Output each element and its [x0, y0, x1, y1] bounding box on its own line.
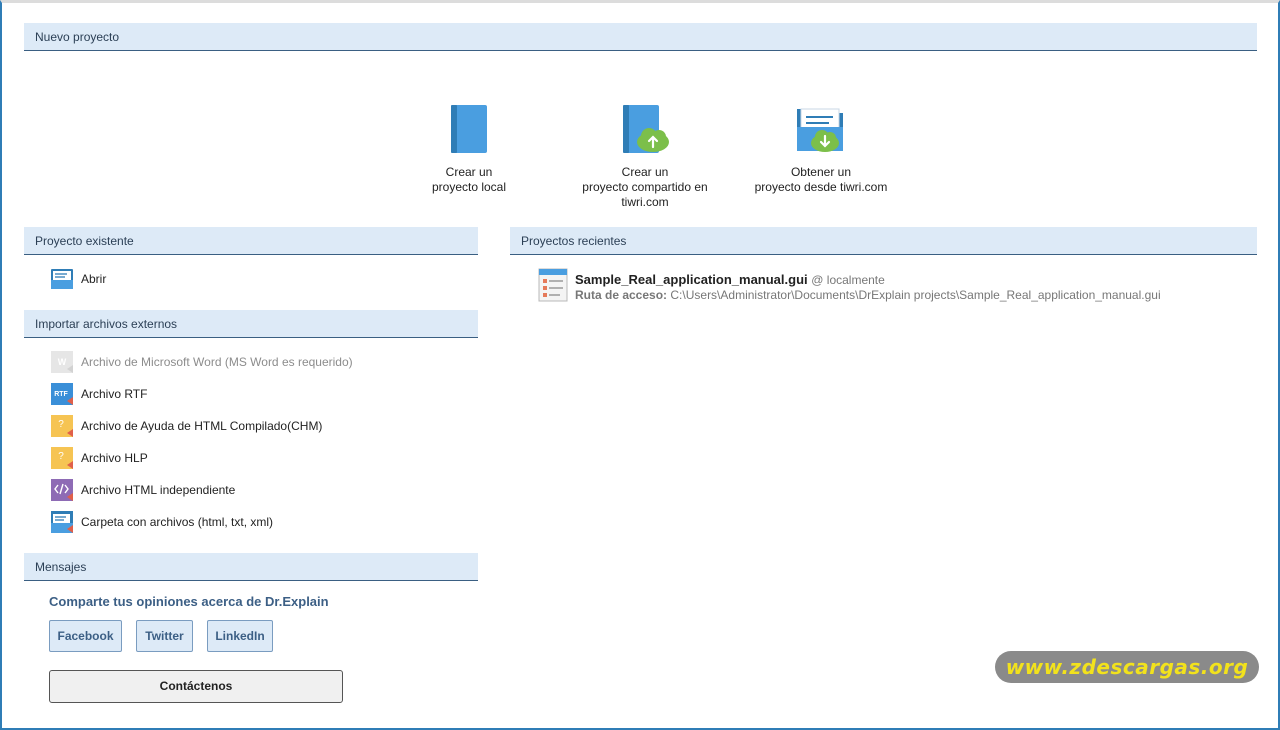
hlp-icon: ? [51, 447, 73, 469]
book-icon [451, 105, 487, 153]
import-chm-button[interactable]: ? Archivo de Ayuda de HTML Compilado(CHM… [50, 413, 322, 439]
recent-project-path-value: C:\Users\Administrator\Documents\DrExpla… [670, 288, 1161, 302]
twitter-button[interactable]: Twitter [136, 620, 193, 652]
contact-us-button[interactable]: Contáctenos [49, 670, 343, 703]
svg-text:RTF: RTF [54, 391, 68, 398]
recent-project-location: @ localmente [811, 273, 885, 287]
folder-cloud-download-icon [797, 108, 843, 152]
import-word-button[interactable]: W Archivo de Microsoft Word (MS Word es … [50, 349, 353, 375]
create-local-line2: proyecto local [431, 180, 507, 194]
create-shared-line3: tiwri.com [621, 195, 669, 209]
import-html-button[interactable]: Archivo HTML independiente [50, 477, 235, 503]
section-header-recent-projects: Proyectos recientes [510, 227, 1257, 255]
create-shared-line1: Crear un [621, 165, 669, 179]
section-header-existing-project: Proyecto existente [24, 227, 478, 255]
create-shared-project-button[interactable]: Crear un proyecto compartido en tiwri.co… [575, 103, 715, 210]
recent-project-path-label: Ruta de acceso: [575, 288, 668, 302]
book-cloud-upload-icon [623, 105, 669, 153]
import-html-label: Archivo HTML independiente [81, 483, 236, 497]
linkedin-button[interactable]: LinkedIn [207, 620, 273, 652]
recent-project-name-row: Sample_Real_application_manual.gui @ loc… [575, 272, 885, 287]
get-project-from-tiwri-button[interactable]: Obtener un proyecto desde tiwri.com [751, 103, 891, 195]
recent-project-name: Sample_Real_application_manual.gui [575, 272, 808, 287]
create-local-project-button[interactable]: Crear un proyecto local [399, 103, 539, 195]
watermark: www.zdescargas.org [995, 651, 1259, 683]
word-icon: W [51, 351, 73, 373]
get-project-line2: proyecto desde tiwri.com [754, 180, 888, 194]
html-icon [51, 479, 73, 501]
chm-icon: ? [51, 415, 73, 437]
import-hlp-button[interactable]: ? Archivo HLP [50, 445, 148, 471]
facebook-button[interactable]: Facebook [49, 620, 122, 652]
import-word-label: Archivo de Microsoft Word (MS Word es re… [81, 355, 353, 369]
svg-text:W: W [58, 357, 67, 367]
share-opinions-title: Comparte tus opiniones acerca de Dr.Expl… [49, 594, 329, 609]
section-header-import: Importar archivos externos [24, 310, 478, 338]
folder-files-icon [51, 511, 73, 533]
import-folder-label: Carpeta con archivos (html, txt, xml) [81, 515, 274, 529]
project-file-icon [538, 268, 568, 302]
open-label: Abrir [81, 272, 107, 286]
rtf-icon: RTF [51, 383, 73, 405]
import-rtf-button[interactable]: RTF Archivo RTF [50, 381, 147, 407]
import-hlp-label: Archivo HLP [81, 451, 148, 465]
svg-text:?: ? [58, 419, 64, 430]
import-rtf-label: Archivo RTF [81, 387, 148, 401]
import-folder-button[interactable]: Carpeta con archivos (html, txt, xml) [50, 509, 273, 535]
recent-project-path-row: Ruta de acceso: C:\Users\Administrator\D… [575, 288, 1161, 302]
recent-project-item[interactable]: Sample_Real_application_manual.gui @ loc… [538, 268, 1258, 304]
section-header-new-project: Nuevo proyecto [24, 23, 1257, 51]
open-folder-icon [51, 269, 73, 289]
create-local-line1: Crear un [445, 165, 493, 179]
create-shared-line2: proyecto compartido en [582, 180, 708, 194]
svg-text:?: ? [58, 451, 64, 462]
import-chm-label: Archivo de Ayuda de HTML Compilado(CHM) [81, 419, 323, 433]
get-project-line1: Obtener un [790, 165, 852, 179]
section-header-messages: Mensajes [24, 553, 478, 581]
open-project-button[interactable]: Abrir [50, 266, 106, 292]
